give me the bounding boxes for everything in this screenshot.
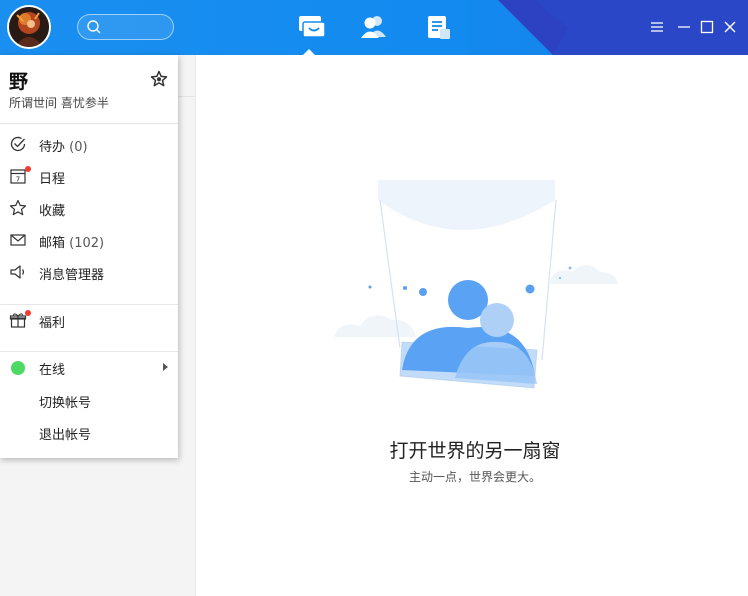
search-box[interactable] — [77, 14, 174, 40]
menu-divider — [0, 304, 178, 305]
messages-tab-icon[interactable] — [296, 13, 326, 41]
contacts-tab-icon[interactable] — [359, 13, 389, 41]
menu-item-favorites[interactable]: 收藏 — [0, 194, 178, 222]
maximize-icon[interactable] — [697, 17, 717, 37]
mail-icon — [10, 234, 26, 246]
notification-dot — [25, 310, 31, 316]
user-signature[interactable]: 所谓世间 喜忧参半 — [9, 94, 109, 111]
menu-item-mailbox[interactable]: 邮箱 (102) — [0, 226, 178, 254]
menu-item-schedule[interactable]: 7 日程 — [0, 162, 178, 190]
menu-divider — [0, 123, 178, 124]
user-name: 野 — [9, 71, 29, 93]
menu-item-label: 福利 — [39, 316, 66, 331]
status-label: 在线 — [39, 363, 66, 378]
check-circle-icon — [10, 136, 26, 152]
close-icon[interactable] — [720, 17, 740, 37]
online-status-dot — [11, 361, 25, 375]
menu-item-label: 消息管理器 — [39, 268, 105, 283]
empty-state-illustration — [334, 180, 618, 389]
menu-divider — [0, 351, 178, 352]
menu-item-label: 切换帐号 — [39, 396, 92, 411]
avatar[interactable] — [7, 5, 51, 49]
app-window: 打开世界的另一扇窗 主动一点，世界会更大。 野 所谓世间 喜忧参半 待办 (0)… — [0, 0, 748, 596]
notification-dot — [25, 166, 31, 172]
submenu-arrow-icon — [163, 363, 168, 371]
title-bar — [0, 0, 748, 55]
star-settings-icon[interactable] — [150, 70, 168, 88]
menu-item-switch-account[interactable]: 切换帐号 — [0, 386, 178, 414]
menu-item-status[interactable]: 在线 — [0, 353, 178, 381]
search-icon — [87, 20, 101, 34]
menu-item-label: 日程 — [39, 172, 66, 187]
menu-item-label: 待办 (0) — [39, 140, 88, 155]
svg-text:7: 7 — [16, 176, 20, 184]
empty-state-title: 打开世界的另一扇窗 — [389, 440, 561, 462]
active-tab-indicator — [303, 49, 315, 55]
menu-item-welfare[interactable]: 福利 — [0, 306, 178, 334]
main-menu-icon[interactable] — [647, 17, 667, 37]
documents-tab-icon[interactable] — [424, 13, 454, 41]
speaker-icon — [10, 265, 25, 279]
menu-item-label: 收藏 — [39, 204, 66, 219]
star-icon — [9, 199, 27, 216]
profile-menu: 野 所谓世间 喜忧参半 待办 (0) 7 日程 收藏 邮箱 (102) 消息管理… — [0, 55, 178, 458]
empty-state-subtitle: 主动一点，世界会更大。 — [408, 470, 541, 484]
menu-item-label: 退出帐号 — [39, 428, 92, 443]
minimize-icon[interactable] — [674, 17, 694, 37]
menu-item-logout[interactable]: 退出帐号 — [0, 418, 178, 446]
menu-item-message-manager[interactable]: 消息管理器 — [0, 258, 178, 286]
menu-item-todo[interactable]: 待办 (0) — [0, 130, 178, 158]
menu-item-label: 邮箱 (102) — [39, 236, 105, 251]
